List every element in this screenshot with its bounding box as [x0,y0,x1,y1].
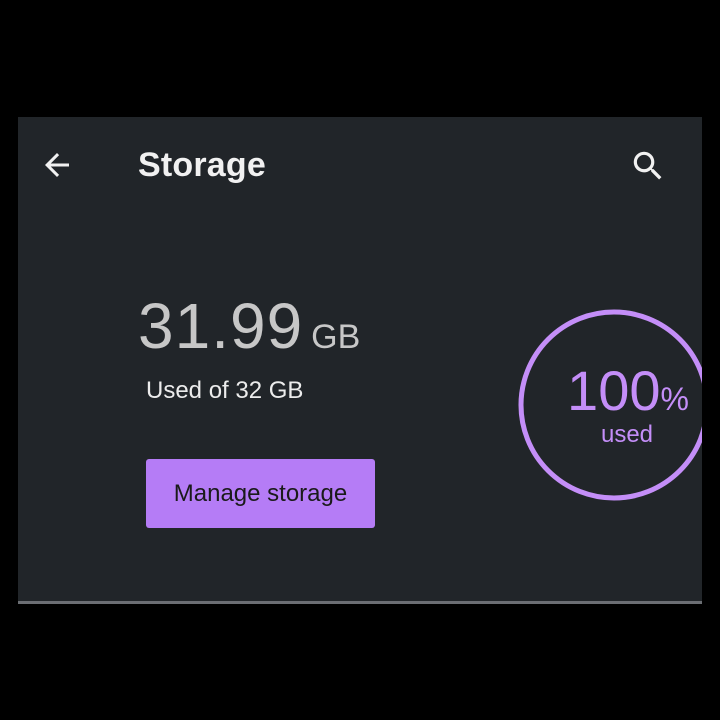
back-button[interactable] [36,144,78,186]
used-caption: Used of 32 GB [146,377,304,404]
used-unit: GB [311,318,361,356]
used-value: 31.99 [138,290,304,362]
usage-percent: 100% [567,358,689,423]
search-button[interactable] [626,144,670,188]
usage-percent-caption: used [600,420,654,448]
usage-percent-value: 100 [567,358,661,422]
storage-screen: Storage 31.99 GB Used of 32 GB Manage sto… [18,117,702,601]
search-icon [633,151,662,180]
used-amount: 31.99 GB [138,289,360,363]
usage-percent-sign: % [660,380,689,417]
usage-ring: 100% used [515,306,702,504]
bottom-divider [18,601,702,604]
usage-ring-label: 100% used [515,306,702,504]
arrow-left-icon [45,153,69,177]
page-title: Storage [138,146,266,184]
manage-storage-button[interactable]: Manage storage [146,459,375,528]
